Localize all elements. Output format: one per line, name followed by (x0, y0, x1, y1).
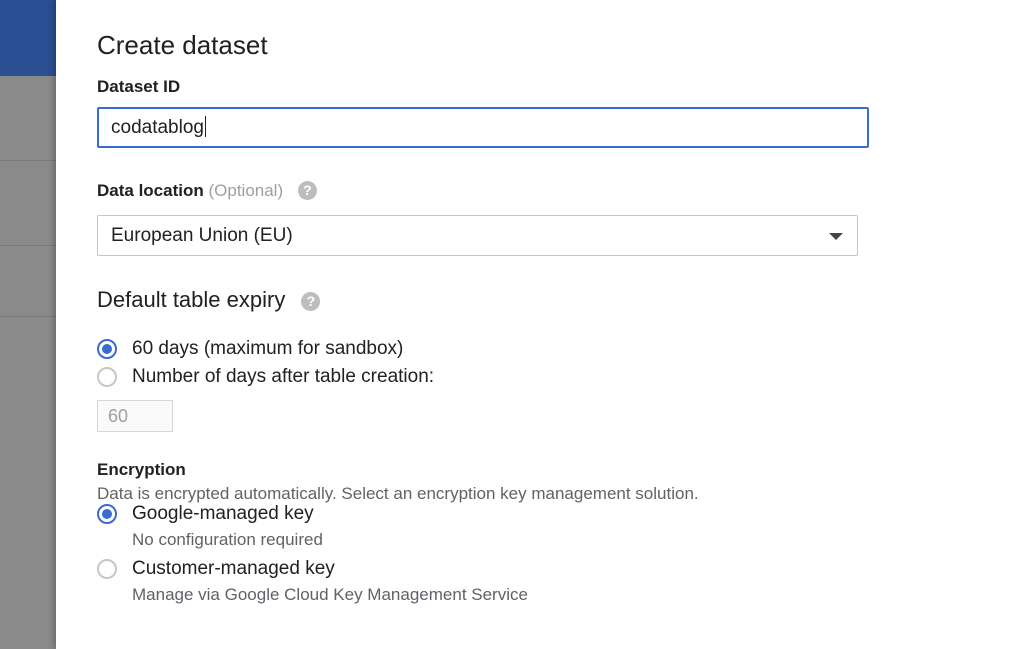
background-app-overlay[interactable] (0, 0, 56, 649)
expiry-option-label: 60 days (maximum for sandbox) (132, 338, 404, 359)
optional-hint: (Optional) (208, 181, 284, 200)
encryption-option-label: Customer-managed key (132, 558, 335, 579)
background-divider (0, 316, 56, 317)
radio-button[interactable] (97, 559, 117, 579)
radio-button-checked[interactable] (97, 504, 117, 524)
panel-title: Create dataset (97, 30, 268, 60)
dataset-id-input[interactable]: codatablog (97, 107, 869, 148)
dataset-id-label: Dataset ID (97, 77, 181, 96)
dataset-id-value: codatablog (111, 117, 204, 138)
background-divider (0, 245, 56, 246)
table-expiry-title-row: Default table expiry ? (97, 287, 321, 313)
dropdown-arrow-icon (829, 233, 843, 240)
expiry-option-label: Number of days after table creation: (132, 366, 435, 387)
help-icon[interactable]: ? (297, 181, 317, 200)
help-icon[interactable]: ? (301, 292, 321, 311)
table-expiry-title: Default table expiry (97, 287, 286, 312)
encryption-option-sub: Manage via Google Cloud Key Management S… (132, 585, 528, 604)
encryption-label: Encryption (97, 460, 186, 479)
data-location-selected-value: European Union (EU) (111, 225, 293, 246)
text-cursor (204, 116, 207, 137)
create-dataset-panel: Create dataset Dataset ID codatablog Dat… (56, 0, 1024, 649)
radio-button[interactable] (97, 367, 117, 387)
data-location-label-row: Data location (Optional) ? (97, 181, 317, 201)
data-location-label: Data location (97, 181, 204, 200)
data-location-select[interactable]: European Union (EU) (97, 215, 858, 256)
radio-button-checked[interactable] (97, 339, 117, 359)
encryption-option-label: Google-managed key (132, 503, 314, 524)
screen: Create dataset Dataset ID codatablog Dat… (0, 0, 1024, 649)
encryption-option-sub: No configuration required (132, 530, 323, 549)
encryption-description: Data is encrypted automatically. Select … (97, 484, 699, 503)
expiry-days-input[interactable]: 60 (97, 400, 173, 432)
background-app-header (0, 0, 56, 76)
background-divider (0, 160, 56, 161)
